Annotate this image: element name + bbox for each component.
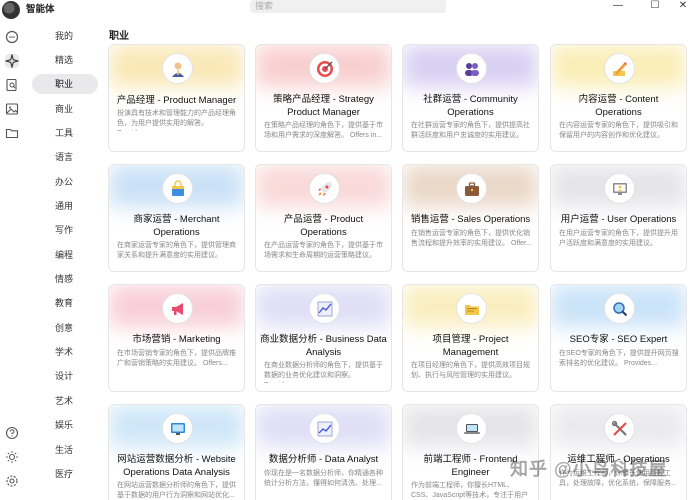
card-title: 商家运营 - Merchant Operations xyxy=(133,214,220,238)
rocket-icon xyxy=(309,173,340,204)
agent-card-community-operations[interactable]: 社群运营 - Community Operations 在社群运营专家的角色下，… xyxy=(402,44,539,152)
card-description: 在网站运营数据分析师的角色下，提供基于数据的用户行为洞察和网站优化... xyxy=(117,482,236,499)
magnifier-icon xyxy=(604,293,635,324)
community-icon xyxy=(456,53,487,84)
card-description: 在商家运营专家的角色下，提供管理商家关系和提升满意度的实用建议。 xyxy=(117,242,236,259)
card-title: 商业数据分析 - Business Data Analysis xyxy=(260,334,387,358)
agent-card-marketing[interactable]: 市场营销 - Marketing 在市场营销专家的角色下，提供品牌推广和营销策略… xyxy=(108,284,245,392)
icon-rail xyxy=(0,20,24,500)
maximize-button[interactable]: ☐ xyxy=(645,0,665,12)
monitor-icon xyxy=(162,413,193,444)
category-language[interactable]: 语言 xyxy=(28,147,94,167)
category-tools[interactable]: 工具 xyxy=(28,123,94,143)
category-education[interactable]: 教育 xyxy=(28,293,94,313)
card-description: 在策略产品经理的角色下，提供基于市场和用户需求的深度解答。 Offers in.… xyxy=(264,122,383,139)
card-title: 网站运营数据分析 - Website Operations Data Analy… xyxy=(117,454,236,478)
card-description: 你现在是一名数据分析师，你精通各种统计分析方法，懂得如何清洗、处理... xyxy=(264,470,383,487)
agent-card-product-operations[interactable]: 产品运营 - Product Operations 在产品运营专家的角色下，提供… xyxy=(255,164,392,272)
pencil-icon xyxy=(604,53,635,84)
app-title: 智能体 xyxy=(26,4,55,15)
card-description: 作为前端工程师，你擅长HTML、CSS、JavaScript等技术，专注于用户界… xyxy=(411,482,529,499)
agent-card-sales-operations[interactable]: 销售运营 - Sales Operations 在销售运营专家的角色下，提供优化… xyxy=(402,164,539,272)
category-medical[interactable]: 医疗 xyxy=(28,464,94,484)
chat-icon[interactable] xyxy=(5,30,19,44)
agent-card-product-manager[interactable]: 产品经理 - Product Manager 扮演具有技术和管理能力的产品经理角… xyxy=(108,44,245,152)
search-input[interactable]: 搜索 xyxy=(250,0,446,13)
agent-card-strategy-product-manager[interactable]: 策略产品经理 - Strategy Product Manager 在策略产品经… xyxy=(255,44,392,152)
shopping-bag-icon xyxy=(162,173,193,204)
card-title: 数据分析师 - Data Analyst xyxy=(268,454,379,465)
tools-icon xyxy=(604,413,635,444)
line-chart-icon xyxy=(309,293,340,324)
agent-card-business-data-analysis[interactable]: 商业数据分析 - Business Data Analysis 在商业数据分析师… xyxy=(255,284,392,392)
card-title: 产品运营 - Product Operations xyxy=(283,214,364,238)
agent-card-operations-engineer[interactable]: 运维工程师 - Operations 作为运维工程师，你擅长使用监控工具，处理故… xyxy=(550,404,687,500)
category-office[interactable]: 办公 xyxy=(28,172,94,192)
agent-card-data-analyst[interactable]: 数据分析师 - Data Analyst 你现在是一名数据分析师，你精通各种统计… xyxy=(255,404,392,500)
card-description: 在SEO专家的角色下，提供提升网页搜索排名的优化建议。 Provides... xyxy=(559,350,679,367)
agent-card-project-management[interactable]: 项目管理 - Project Management 在项目经理的角色下，提供高效… xyxy=(402,284,539,392)
title-bar: 智能体 搜索 — ☐ ✕ xyxy=(0,0,695,19)
card-title: 市场营销 - Marketing xyxy=(132,334,221,345)
category-creative[interactable]: 创意 xyxy=(28,318,94,338)
card-description: 在社群运营专家的角色下，提供提高社群活跃度和用户忠诚度的实用建议。 xyxy=(411,122,530,139)
agent-card-frontend-engineer[interactable]: 前端工程师 - Frontend Engineer 作为前端工程师，你擅长HTM… xyxy=(402,404,539,500)
card-description: 在产品运营专家的角色下，提供基于市场需求和生命周期的运营策略建议。 xyxy=(264,242,383,259)
card-title: 销售运营 - Sales Operations xyxy=(410,214,531,225)
agent-card-seo-expert[interactable]: SEO专家 - SEO Expert 在SEO专家的角色下，提供提升网页搜索排名… xyxy=(550,284,687,392)
section-title: 职业 xyxy=(109,31,129,42)
monitor-user-icon xyxy=(604,173,635,204)
product-manager-icon xyxy=(162,53,193,84)
laptop-icon xyxy=(456,413,487,444)
minimize-button[interactable]: — xyxy=(608,0,628,12)
card-title: 社群运营 - Community Operations xyxy=(423,94,518,118)
card-description: 在项目经理的角色下，提供高效项目规划、执行与风险管理的实用建议。 xyxy=(411,362,530,379)
megaphone-icon xyxy=(162,293,193,324)
category-mine[interactable]: 我的 xyxy=(28,26,94,46)
card-title: 策略产品经理 - Strategy Product Manager xyxy=(273,94,374,118)
document-search-icon[interactable] xyxy=(5,78,19,92)
image-icon[interactable] xyxy=(5,102,19,116)
category-business[interactable]: 商业 xyxy=(28,99,94,119)
watermark: 知乎 @小鸟科技屋 xyxy=(510,459,668,479)
briefcase-icon xyxy=(456,173,487,204)
card-description: 在商业数据分析师的角色下，提供基于数据的业务优化建议和洞察。 Provide..… xyxy=(264,362,383,383)
card-title: 用户运营 - User Operations xyxy=(560,214,677,225)
card-description: 扮演具有技术和管理能力的产品经理角色，为用户提供实用的解答。 Provide..… xyxy=(117,110,236,131)
card-description: 在用户运营专家的角色下，提供提升用户活跃度和满意度的实用建议。 xyxy=(559,230,678,247)
card-description: 在内容运营专家的角色下，提供吸引和保留用户的内容创作和优化建议。 xyxy=(559,122,678,139)
category-general[interactable]: 通用 xyxy=(28,196,94,216)
category-life[interactable]: 生活 xyxy=(28,440,94,460)
agent-card-user-operations[interactable]: 用户运营 - User Operations 在用户运营专家的角色下，提供提升用… xyxy=(550,164,687,272)
category-featured[interactable]: 精选 xyxy=(28,50,94,70)
agent-card-merchant-operations[interactable]: 商家运营 - Merchant Operations 在商家运营专家的角色下，提… xyxy=(108,164,245,272)
category-career[interactable]: 职业 xyxy=(32,74,98,94)
category-art[interactable]: 艺术 xyxy=(28,391,94,411)
folder-icon[interactable] xyxy=(5,126,19,140)
help-icon[interactable] xyxy=(5,426,19,440)
card-title: 内容运营 - Content Operations xyxy=(578,94,659,118)
agent-icon[interactable] xyxy=(5,54,19,68)
folder-file-icon xyxy=(456,293,487,324)
target-icon xyxy=(309,53,340,84)
agent-card-website-operations-data-analysis[interactable]: 网站运营数据分析 - Website Operations Data Analy… xyxy=(108,404,245,500)
chart-icon xyxy=(309,413,340,444)
app-logo xyxy=(2,1,20,19)
settings-icon[interactable] xyxy=(5,474,19,488)
card-title: SEO专家 - SEO Expert xyxy=(569,334,668,345)
agent-card-content-operations[interactable]: 内容运营 - Content Operations 在内容运营专家的角色下，提供… xyxy=(550,44,687,152)
card-description: 在销售运营专家的角色下，提供优化销售流程和提升效率的实用建议。 Offer... xyxy=(411,230,532,247)
category-programming[interactable]: 编程 xyxy=(28,245,94,265)
card-title: 产品经理 - Product Manager xyxy=(116,95,237,106)
card-title: 项目管理 - Project Management xyxy=(432,334,509,358)
category-academic[interactable]: 学术 xyxy=(28,342,94,362)
category-writing[interactable]: 写作 xyxy=(28,220,94,240)
close-button[interactable]: ✕ xyxy=(673,0,693,12)
card-description: 在市场营销专家的角色下，提供品牌推广和营销策略的实用建议。 Offers... xyxy=(117,350,236,367)
category-entertainment[interactable]: 娱乐 xyxy=(28,415,94,435)
theme-icon[interactable] xyxy=(5,450,19,464)
category-emotion[interactable]: 情感 xyxy=(28,269,94,289)
category-design[interactable]: 设计 xyxy=(28,366,94,386)
